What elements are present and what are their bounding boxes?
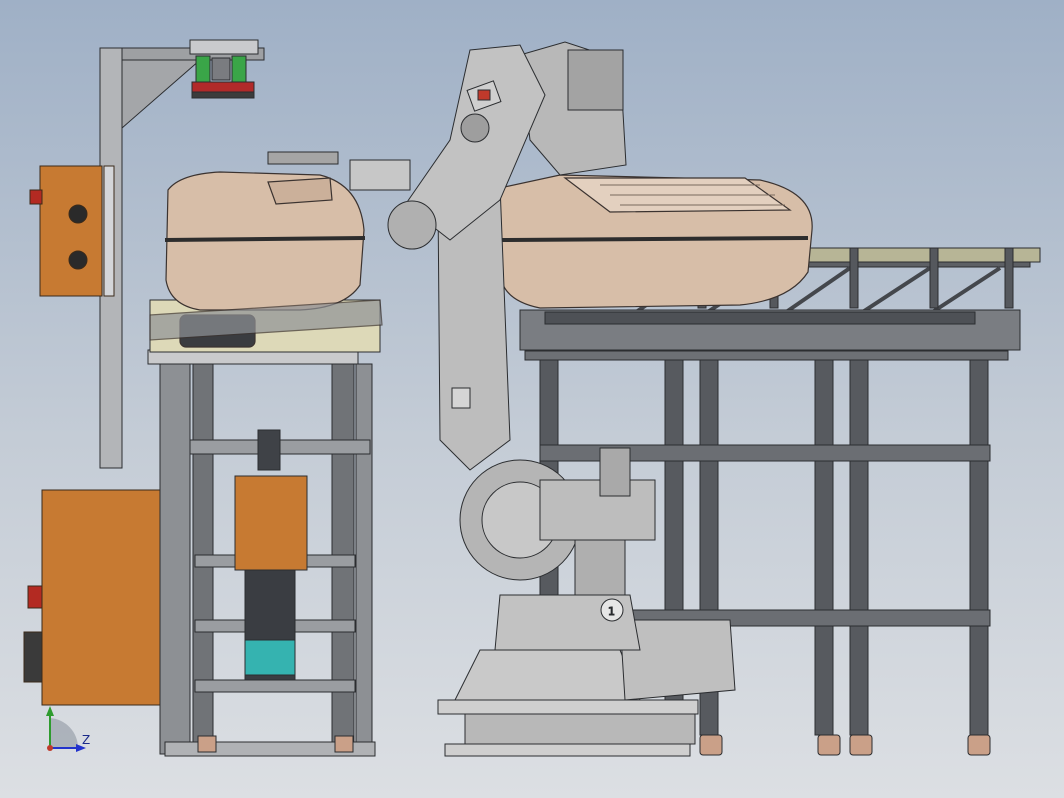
axis-triad-icon <box>46 706 86 752</box>
emergency-stop-icon[interactable] <box>27 585 43 609</box>
electrical-box-lower[interactable] <box>23 489 163 706</box>
left-machine-frame[interactable] <box>147 299 381 757</box>
fuel-tank-right[interactable] <box>499 174 813 309</box>
electrical-box-upper[interactable] <box>29 165 115 297</box>
axis-z-label: Z <box>82 733 91 747</box>
assembly-drawing[interactable]: 1 <box>0 0 1064 798</box>
cad-viewport[interactable]: 1 Z <box>0 0 1064 798</box>
fuel-tank-left[interactable] <box>149 171 383 348</box>
emergency-stop-icon[interactable] <box>29 189 43 205</box>
robot-base-badge: 1 <box>608 605 615 618</box>
